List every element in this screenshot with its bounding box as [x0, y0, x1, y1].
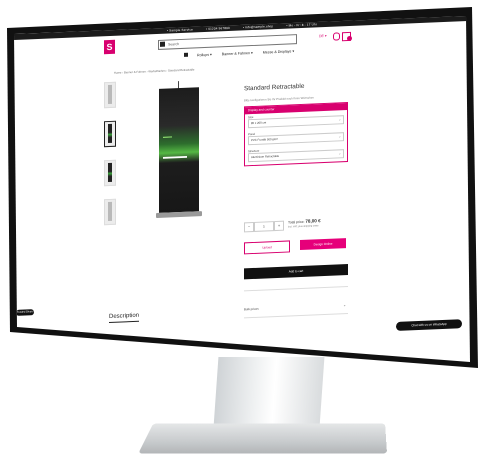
monitor-scene: • Sample Service • 01234 567890 • info@s… — [0, 0, 482, 466]
monitor: • Sample Service • 01234 567890 • info@s… — [0, 0, 482, 466]
monitor-bezel — [0, 0, 482, 466]
